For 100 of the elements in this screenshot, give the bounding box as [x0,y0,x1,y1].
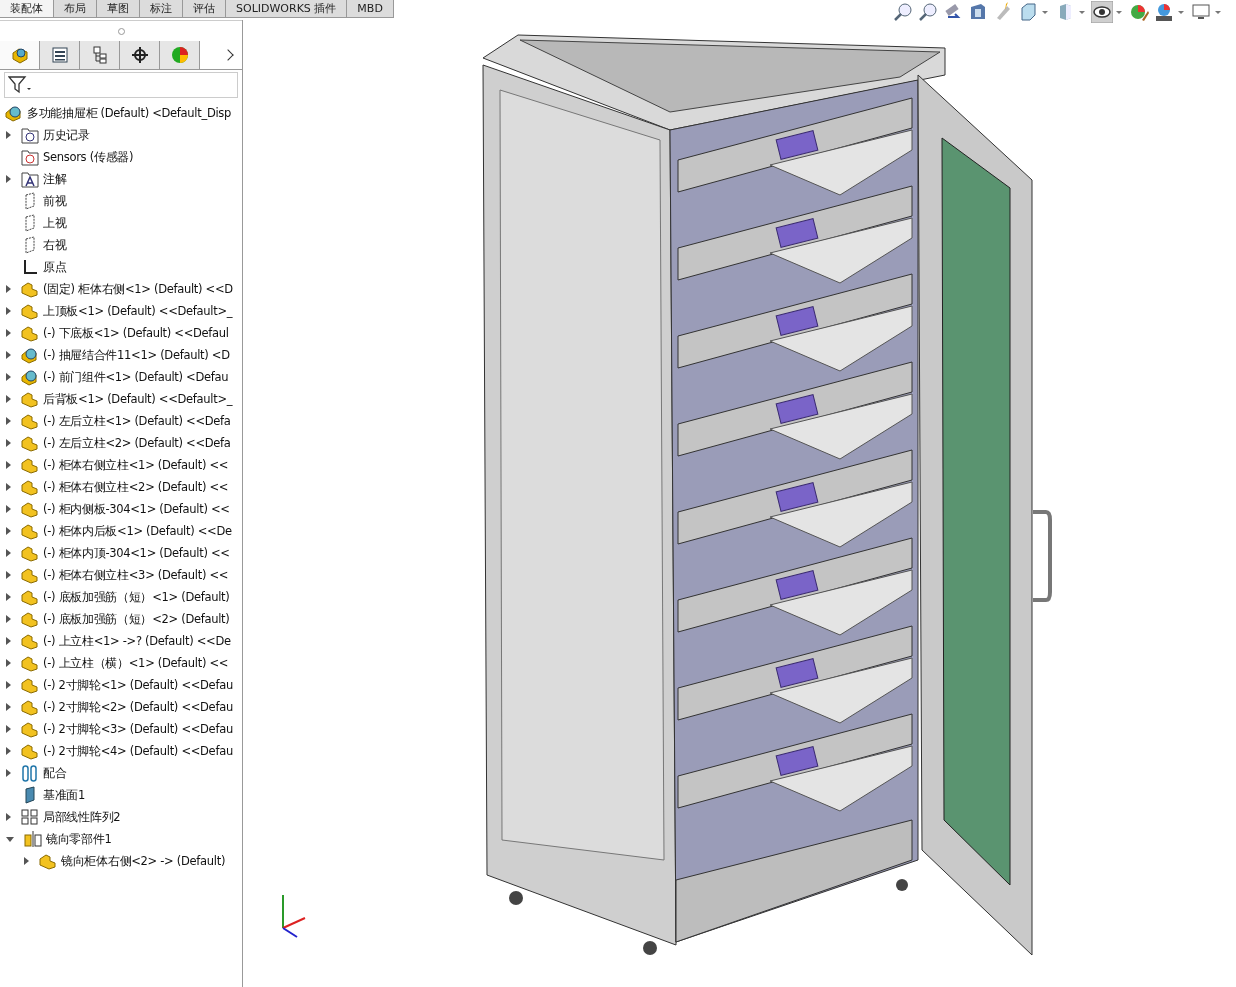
expand-arrow-icon[interactable] [6,836,14,842]
list-icon [49,45,70,65]
panel-tab[interactable] [80,41,120,69]
tree-item[interactable]: (-) 2寸脚轮<3> (Default) <<Defau [43,721,233,737]
expand-arrow-icon[interactable] [6,593,11,601]
tree-item[interactable]: (-) 2寸脚轮<1> (Default) <<Defau [43,677,233,693]
zoom-area-icon[interactable] [917,1,939,23]
dropdown-caret-icon[interactable] [1116,10,1122,14]
tree-item[interactable]: 前视 [43,193,67,209]
expand-arrow-icon[interactable] [6,747,11,755]
annotation-folder-icon [20,170,40,188]
tree-item[interactable]: (-) 柜内侧板-304<1> (Default) << [43,501,230,517]
expand-arrow-icon[interactable] [6,373,11,381]
assembly-icon [4,104,24,122]
tree-item[interactable]: 右视 [43,237,67,253]
tree-item[interactable]: (-) 2寸脚轮<2> (Default) <<Defau [43,699,233,715]
assembly-icon [20,368,40,386]
dropdown-caret-icon[interactable] [1042,10,1048,14]
expand-arrow-icon[interactable] [6,329,11,337]
tree-item[interactable]: (-) 底板加强筋（短）<2> (Default) [43,611,230,627]
dropdown-caret-icon[interactable] [1215,10,1221,14]
part-icon [20,632,40,650]
part-icon [20,302,40,320]
expand-arrow-icon[interactable] [6,395,11,403]
expand-arrow-icon[interactable] [6,483,11,491]
expand-arrow-icon[interactable] [6,461,11,469]
panel-tab[interactable] [120,41,160,69]
eye-icon[interactable] [1091,1,1113,23]
part-icon [20,654,40,672]
axis-triad-icon [282,894,306,938]
tree-item[interactable]: 镜向零部件1 [46,831,112,847]
tree-item[interactable]: 配合 [43,765,67,781]
expand-arrow-icon[interactable] [6,527,11,535]
expand-arrow-icon[interactable] [6,571,11,579]
tree-item[interactable]: (-) 柜体右侧立柱<2> (Default) << [43,479,229,495]
part-icon [20,434,40,452]
expand-arrow-icon[interactable] [6,175,11,183]
command-tab[interactable]: 装配体 [0,0,54,17]
assembly-icon [20,346,40,364]
tree-item[interactable]: (-) 左后立柱<1> (Default) <<Defa [43,413,231,429]
part-icon [20,742,40,760]
tree-item[interactable]: 镜向柜体右侧<2> -> (Default) [61,853,226,869]
expand-arrow-icon[interactable] [6,769,11,777]
tree-item[interactable]: (-) 上立柱（横）<1> (Default) << [43,655,229,671]
dropdown-caret-icon[interactable] [1178,10,1184,14]
expand-arrow-icon[interactable] [6,703,11,711]
expand-arrow-icon[interactable] [6,637,11,645]
crosshair-icon [129,45,150,65]
assembly-icon [9,45,30,65]
part-icon [20,324,40,342]
tree-item[interactable]: (固定) 柜体右侧<1> (Default) <<D [43,281,233,297]
part-icon [20,456,40,474]
tree-item[interactable]: 局部线性阵列2 [43,809,121,825]
tree-item[interactable]: (-) 2寸脚轮<4> (Default) <<Defau [43,743,233,759]
filter-icon[interactable] [8,76,32,94]
expand-arrow-icon[interactable] [24,857,29,865]
expand-arrow-icon[interactable] [6,681,11,689]
tree-item[interactable]: 原点 [43,259,67,275]
tree-item[interactable]: (-) 柜体内后板<1> (Default) <<De [43,523,232,539]
part-icon [20,280,40,298]
expand-arrow-icon[interactable] [6,549,11,557]
expand-arrow-icon[interactable] [6,813,11,821]
tree-item[interactable]: 多功能抽屉柜 (Default) <Default_Disp [27,105,232,121]
scene-icon[interactable] [1153,1,1175,23]
tree-item[interactable]: (-) 柜体右侧立柱<3> (Default) << [43,567,229,583]
panel-tab[interactable] [40,41,80,69]
part-icon [20,588,40,606]
tree-item[interactable]: (-) 底板加强筋（短）<1> (Default) [43,589,230,605]
expand-arrow-icon[interactable] [6,725,11,733]
expand-arrow-icon[interactable] [6,351,11,359]
part-icon [20,698,40,716]
part-icon [20,566,40,584]
expand-arrow-icon[interactable] [6,615,11,623]
dropdown-caret-icon[interactable] [1079,10,1085,14]
expand-arrow-icon[interactable] [6,505,11,513]
tree-item[interactable]: Sensors (传感器) [43,149,134,165]
tree-item[interactable]: (-) 下底板<1> (Default) <<Defaul [43,325,229,341]
tree-item[interactable]: (-) 柜体内顶-304<1> (Default) << [43,545,230,561]
expand-arrow-icon[interactable] [6,285,11,293]
expand-arrow-icon[interactable] [6,307,11,315]
sensor-folder-icon [20,148,40,166]
part-icon [20,478,40,496]
tree-item[interactable]: 基准面1 [43,787,86,803]
tree-item[interactable]: (-) 柜体右侧立柱<1> (Default) << [43,457,229,473]
expand-arrow-icon[interactable] [6,417,11,425]
zoom-fit-icon[interactable] [892,1,914,23]
expand-arrow-icon[interactable] [6,439,11,447]
tree-item[interactable]: 后背板<1> (Default) <<Default>_ [43,391,233,407]
expand-arrow-icon[interactable] [6,659,11,667]
part-icon [20,720,40,738]
tree-item[interactable]: 历史记录 [43,127,90,143]
tree-item[interactable]: 上视 [43,215,67,231]
part-icon [20,412,40,430]
tree-item[interactable]: 注解 [43,171,67,187]
tree-item[interactable]: (-) 上立柱<1> ->? (Default) <<De [43,633,231,649]
tree-item[interactable]: (-) 前门组件<1> (Default) <Defau [43,369,229,385]
tree-item[interactable]: (-) 左后立柱<2> (Default) <<Defa [43,435,231,451]
tree-item[interactable]: (-) 抽屉结合件11<1> (Default) <D [43,347,230,363]
tree-item[interactable]: 上顶板<1> (Default) <<Default>_ [43,303,233,319]
expand-arrow-icon[interactable] [6,131,11,139]
